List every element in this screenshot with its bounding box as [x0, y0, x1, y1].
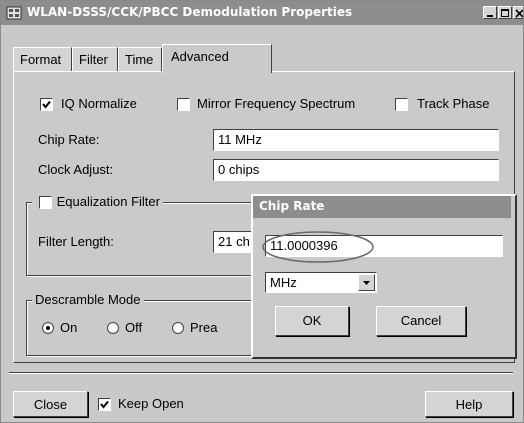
- tab-time[interactable]: Time: [118, 47, 162, 71]
- chip-rate-field[interactable]: 11 MHz: [213, 129, 499, 151]
- mirror-spectrum-checkbox[interactable]: [177, 98, 190, 111]
- help-button[interactable]: Help: [425, 391, 513, 417]
- tab-label: Time: [125, 52, 154, 67]
- close-button[interactable]: Close: [13, 391, 88, 417]
- keep-open-checkbox[interactable]: [98, 398, 111, 411]
- equalization-checkbox[interactable]: [39, 196, 52, 209]
- equalization-legend: Equalization Filter: [32, 194, 163, 210]
- app-icon: [6, 6, 22, 20]
- descramble-legend: Descramble Mode: [32, 292, 144, 307]
- check-icon: [100, 400, 109, 409]
- iq-normalize-checkbox[interactable]: [40, 98, 53, 111]
- popup-title-bar[interactable]: Chip Rate: [253, 196, 511, 218]
- maximize-icon[interactable]: [498, 6, 512, 19]
- check-icon: [42, 100, 51, 109]
- title-bar[interactable]: WLAN-DSSS/CCK/PBCC Demodulation Properti…: [1, 1, 523, 25]
- descramble-on-label: On: [60, 320, 78, 335]
- cancel-button[interactable]: Cancel: [376, 306, 466, 336]
- tab-format[interactable]: Format: [13, 47, 72, 71]
- tab-label: Filter: [79, 52, 108, 67]
- track-phase-checkbox[interactable]: [395, 98, 408, 111]
- popup-title: Chip Rate: [259, 199, 325, 213]
- clock-adjust-field[interactable]: 0 chips: [213, 159, 499, 181]
- chip-rate-label: Chip Rate:: [38, 132, 100, 147]
- equalization-label: Equalization Filter: [56, 194, 160, 209]
- mirror-spectrum-label: Mirror Frequency Spectrum: [197, 96, 356, 111]
- tab-label: Format: [20, 52, 62, 67]
- unit-select[interactable]: MHz: [265, 272, 377, 293]
- descramble-preamble-label: Prea: [190, 320, 218, 335]
- properties-dialog: WLAN-DSSS/CCK/PBCC Demodulation Properti…: [0, 0, 524, 423]
- tab-label: Advanced: [171, 49, 229, 64]
- close-icon[interactable]: [513, 6, 523, 19]
- filter-length-label: Filter Length:: [38, 234, 114, 249]
- iq-normalize-label: IQ Normalize: [61, 96, 137, 111]
- tab-advanced[interactable]: Advanced: [162, 44, 272, 73]
- descramble-on-radio[interactable]: [42, 322, 54, 334]
- descramble-preamble-radio[interactable]: [172, 322, 184, 334]
- chip-rate-popup: Chip Rate 11.0000396 MHz OK Cancel: [251, 194, 517, 359]
- tab-filter[interactable]: Filter: [72, 47, 118, 71]
- unit-select-value: MHz: [270, 275, 297, 290]
- window-title: WLAN-DSSS/CCK/PBCC Demodulation Properti…: [27, 5, 353, 19]
- descramble-off-radio[interactable]: [107, 322, 119, 334]
- minimize-icon[interactable]: [483, 6, 497, 19]
- track-phase-label: Track Phase: [417, 96, 490, 111]
- chevron-down-icon[interactable]: [358, 274, 375, 291]
- ok-button[interactable]: OK: [275, 306, 349, 336]
- keep-open-label: Keep Open: [118, 396, 184, 411]
- footer-divider: [9, 372, 513, 374]
- descramble-off-label: Off: [125, 320, 143, 335]
- highlight-ellipse-icon: [262, 231, 374, 263]
- clock-adjust-label: Clock Adjust:: [38, 162, 114, 177]
